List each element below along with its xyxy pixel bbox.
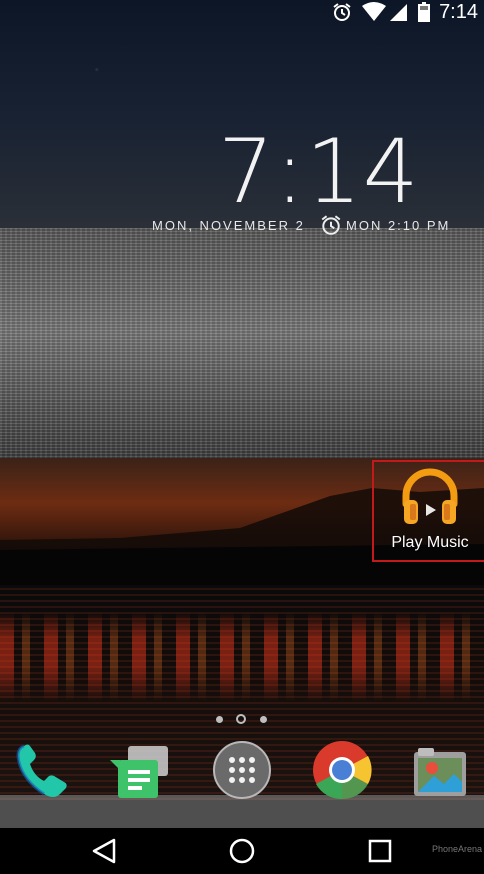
phone-icon — [16, 744, 67, 797]
page-dot-active — [236, 714, 246, 724]
recents-icon[interactable] — [360, 836, 400, 866]
play-music-label: Play Music — [391, 534, 469, 551]
headphones-icon — [402, 468, 458, 524]
home-screen: 7:14 7:14 MON, NOVEMBER 2 MON 2:10 PM Pl… — [0, 0, 484, 874]
signal-icon — [390, 4, 407, 21]
clock-date: MON, NOVEMBER 2 — [152, 218, 305, 233]
alarm-clock-icon — [321, 215, 341, 235]
messenger-icon — [110, 746, 168, 798]
messenger-app[interactable] — [108, 738, 172, 802]
next-alarm[interactable]: MON 2:10 PM — [346, 218, 450, 233]
photos-app[interactable] — [408, 738, 472, 802]
play-music-shortcut[interactable]: Play Music — [372, 460, 484, 562]
home-icon[interactable] — [222, 836, 262, 866]
app-drawer-button[interactable] — [210, 738, 274, 802]
battery-icon — [418, 2, 430, 22]
chrome-app[interactable] — [310, 738, 374, 802]
page-indicator — [212, 712, 276, 726]
wallpaper-reflection — [0, 612, 484, 702]
chrome-icon — [313, 741, 372, 800]
alarm-icon — [333, 3, 351, 21]
page-dot — [216, 716, 223, 723]
status-bar-time: 7:14 — [439, 1, 478, 23]
app-drawer-icon — [213, 741, 271, 799]
status-bar: 7:14 — [0, 0, 484, 24]
watermark: PhoneArena — [431, 844, 482, 854]
photos-icon — [414, 748, 466, 796]
page-dot — [260, 716, 267, 723]
phone-app[interactable] — [10, 738, 74, 802]
wifi-icon — [362, 2, 386, 21]
navigation-bar: PhoneArena — [0, 828, 484, 874]
wallpaper-glitch-band — [0, 228, 484, 460]
back-icon[interactable] — [86, 836, 126, 866]
clock-time[interactable]: 7:14 — [218, 124, 420, 220]
